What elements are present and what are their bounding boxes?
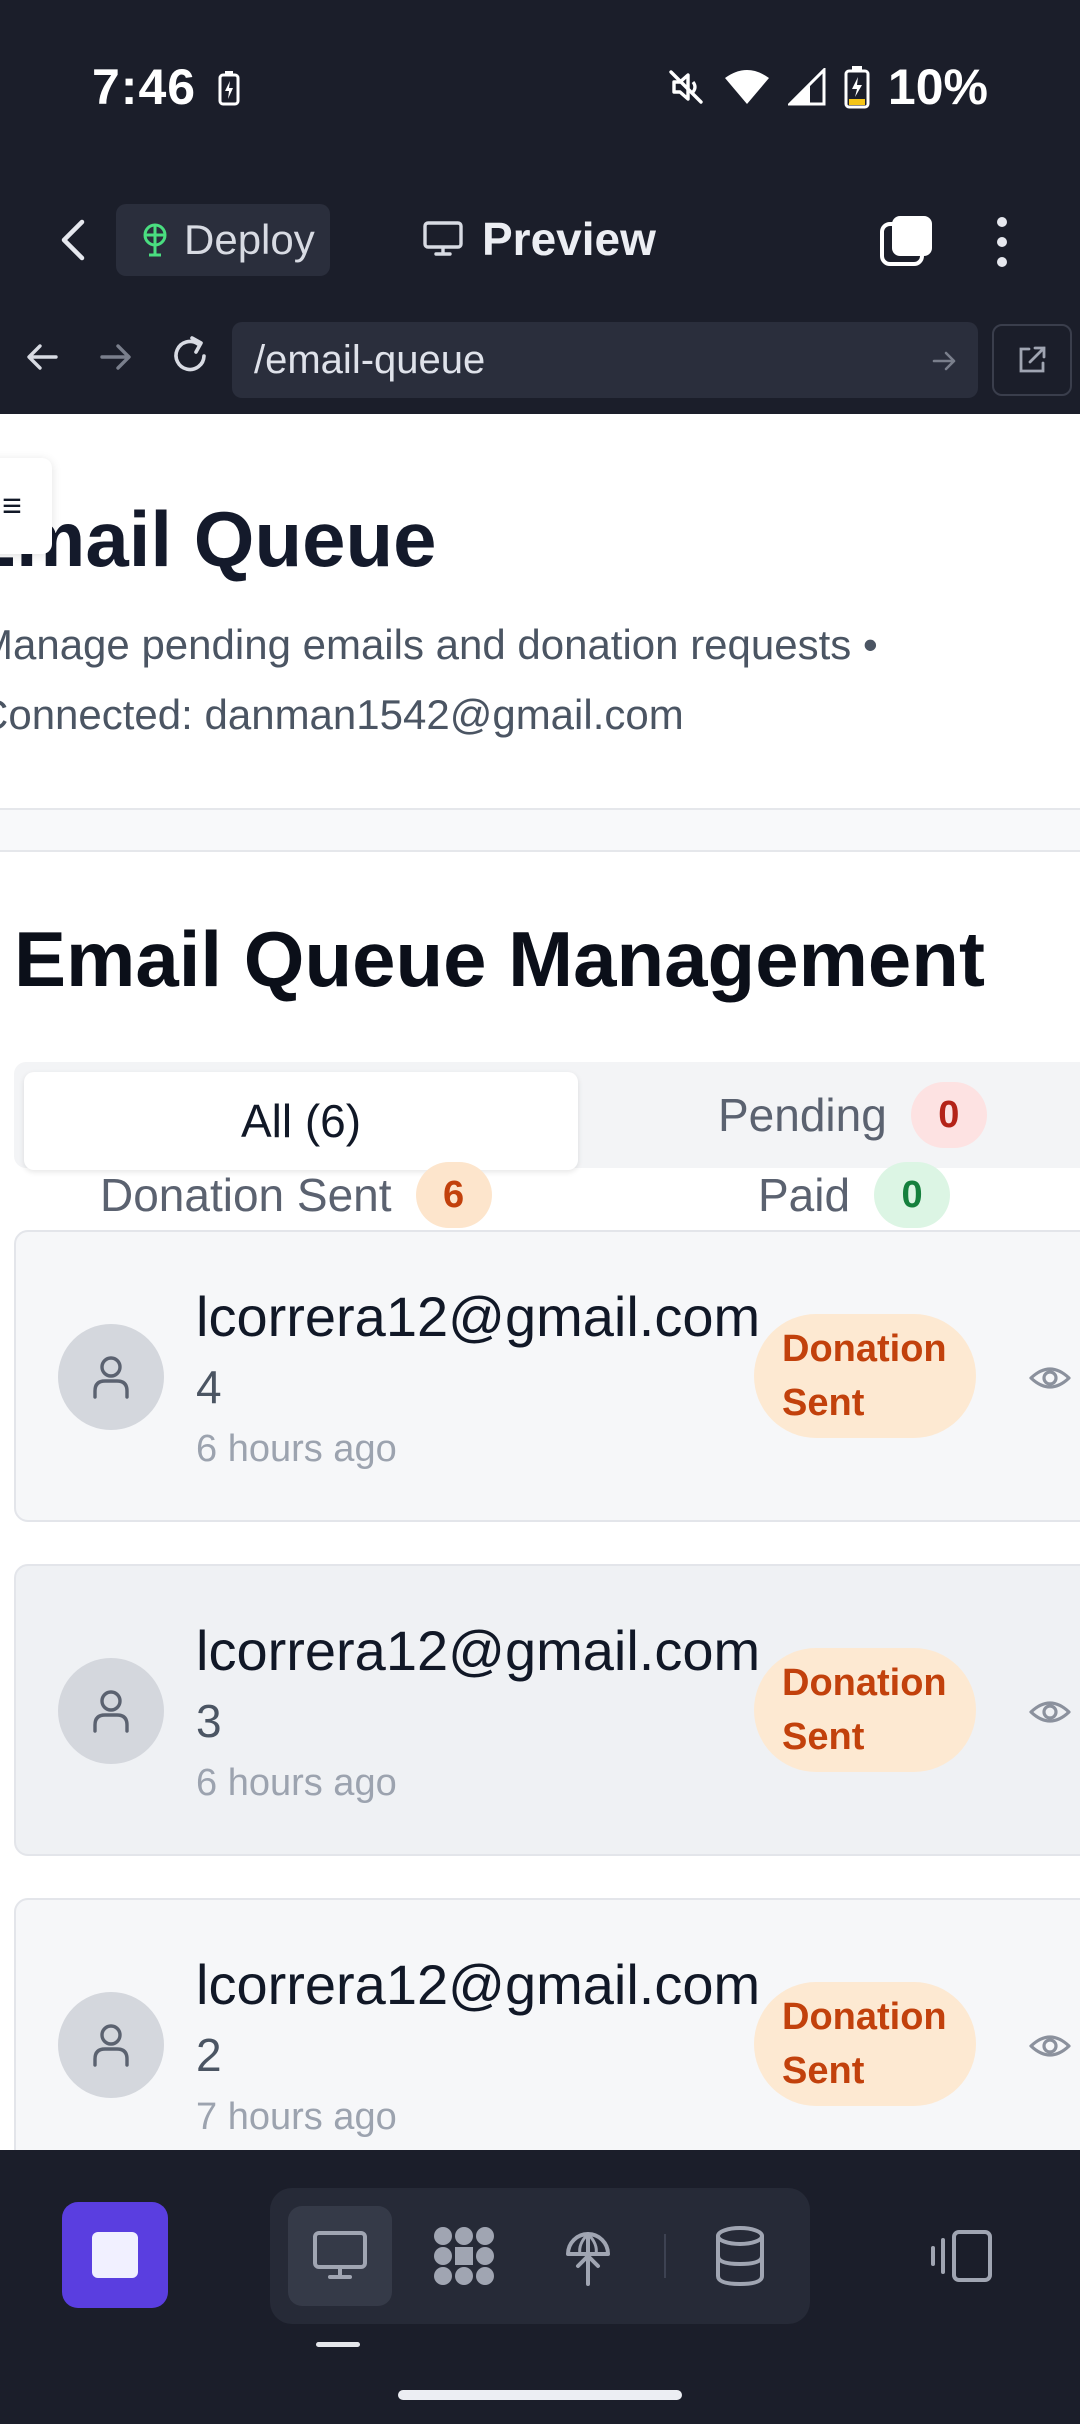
view-eye-icon[interactable]: [1028, 1358, 1072, 1398]
open-external-icon: [1019, 346, 1046, 373]
status-text-line-1: Donation: [782, 1328, 947, 1370]
count-badge: 0: [874, 1162, 951, 1228]
preview-label: Preview: [482, 213, 656, 265]
email-time: 6 hours ago: [196, 1762, 397, 1804]
section-title: Email Queue Management: [14, 915, 985, 1003]
menu-toggle-button[interactable]: ≡: [0, 458, 52, 554]
monitor-icon: [423, 221, 463, 256]
deploy-tower-icon: [566, 2232, 610, 2286]
url-input[interactable]: /email-queue: [232, 322, 978, 398]
menu-icon: ≡: [2, 486, 22, 525]
avatar: [58, 1324, 164, 1430]
email-card[interactable]: lcorrera12@gmail.com 2 7 hours ago Donat…: [14, 1898, 1080, 2150]
home-indicator[interactable]: [398, 2390, 682, 2400]
tab-label: Pending: [718, 1089, 887, 1141]
tab-paid[interactable]: Paid 0: [758, 1162, 951, 1228]
back-arrow-icon[interactable]: [22, 332, 62, 382]
status-badge: Donation Sent: [754, 1314, 976, 1438]
deploy-label: Deploy: [184, 216, 315, 263]
signal-icon: [787, 68, 826, 106]
status-bar: 7:46 10%: [0, 0, 1080, 178]
url-bar-row: /email-queue: [0, 304, 1080, 414]
bottom-toolbar: [0, 2150, 1080, 2424]
preview-toggle[interactable]: Preview: [422, 212, 656, 266]
status-text-line-2: Sent: [782, 2050, 865, 2092]
desktop-view-icon: [313, 2231, 367, 2279]
segment-divider: [664, 2234, 666, 2278]
user-icon: [93, 1690, 129, 1733]
count-badge: 6: [415, 1162, 492, 1228]
deploy-button[interactable]: Deploy: [116, 204, 330, 276]
desktop-view-button[interactable]: [288, 2206, 392, 2306]
user-icon: [93, 1356, 129, 1399]
status-text-line-1: Donation: [782, 1996, 947, 2038]
status-text-line-2: Sent: [782, 1382, 865, 1424]
user-icon: [93, 2024, 129, 2067]
email-address: lcorrera12@gmail.com: [196, 1619, 761, 1682]
database-icon: [716, 2226, 764, 2287]
forward-arrow-icon[interactable]: [96, 332, 136, 382]
reload-icon[interactable]: [168, 332, 212, 382]
tab-donation-sent[interactable]: Donation Sent 6: [100, 1162, 492, 1228]
tab-label: Paid: [758, 1169, 851, 1221]
view-eye-icon[interactable]: [1028, 2026, 1072, 2066]
page-content: Email Queue ≡ Manage pending emails and …: [0, 414, 1080, 2150]
email-address: lcorrera12@gmail.com: [196, 1285, 761, 1348]
status-badge: Donation Sent: [754, 1648, 976, 1772]
battery-percent: 10%: [887, 59, 988, 115]
stop-icon: [92, 2232, 138, 2278]
open-external-button[interactable]: [992, 324, 1072, 396]
tabs-icon[interactable]: [878, 214, 934, 268]
side-panel-icon[interactable]: [930, 2228, 994, 2284]
tab-all[interactable]: All (6): [24, 1072, 578, 1170]
email-address: lcorrera12@gmail.com: [196, 1953, 761, 2016]
email-card[interactable]: lcorrera12@gmail.com 3 6 hours ago Donat…: [14, 1564, 1080, 1856]
status-time: 7:46: [92, 59, 197, 115]
view-switcher: [270, 2188, 810, 2324]
page-title: Email Queue: [0, 495, 437, 583]
subtitle-line-1: Manage pending emails and donation reque…: [0, 621, 878, 668]
more-vert-icon[interactable]: [990, 212, 1014, 272]
status-icons: 10%: [666, 58, 988, 116]
battery-charging-icon: [218, 71, 240, 106]
email-time: 6 hours ago: [196, 1428, 397, 1470]
email-number: 2: [196, 2029, 222, 2081]
wifi-icon: [724, 70, 769, 104]
email-number: 4: [196, 1361, 222, 1413]
mute-icon: [669, 70, 703, 104]
app-toolbar: Deploy Preview: [0, 178, 1080, 304]
section-separator: [0, 810, 1080, 852]
deploy-globe-icon: [143, 223, 167, 257]
email-card[interactable]: lcorrera12@gmail.com 4 6 hours ago Donat…: [14, 1230, 1080, 1522]
email-time: 7 hours ago: [196, 2096, 397, 2138]
url-text: /email-queue: [254, 338, 486, 382]
battery-icon: [844, 66, 870, 109]
view-eye-icon[interactable]: [1028, 1692, 1072, 1732]
count-badge: 0: [910, 1082, 987, 1148]
stop-button[interactable]: [62, 2202, 168, 2308]
active-indicator: [316, 2342, 360, 2347]
tab-pending[interactable]: Pending 0: [718, 1082, 987, 1148]
avatar: [58, 1992, 164, 2098]
components-button[interactable]: [412, 2206, 516, 2306]
status-text-line-1: Donation: [782, 1662, 947, 1704]
email-number: 3: [196, 1695, 222, 1747]
go-arrow-icon[interactable]: [930, 346, 960, 376]
avatar: [58, 1658, 164, 1764]
status-badge: Donation Sent: [754, 1982, 976, 2106]
deploy-view-button[interactable]: [536, 2206, 640, 2306]
filter-tabs: All (6) Pending 0: [14, 1062, 1080, 1170]
status-text-line-2: Sent: [782, 1716, 865, 1758]
subtitle-line-2: Connected: danman1542@gmail.com: [0, 691, 684, 738]
page-subtitle: Manage pending emails and donation reque…: [0, 610, 1038, 750]
back-chevron-icon[interactable]: [52, 210, 98, 270]
tab-label: Donation Sent: [100, 1169, 392, 1221]
database-button[interactable]: [688, 2206, 792, 2306]
components-icon: [434, 2227, 494, 2285]
